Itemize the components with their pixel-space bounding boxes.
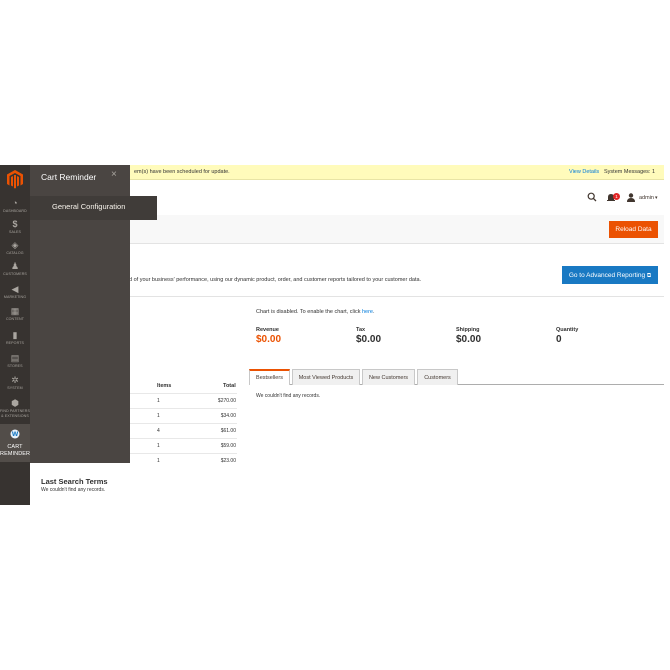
nav-catalog[interactable]: ◈ CATALOG	[0, 240, 30, 262]
nav-content[interactable]: ▦ CONTENT	[0, 306, 30, 328]
dashboard-tabs: Bestsellers Most Viewed Products New Cus…	[249, 369, 664, 385]
tab-bestsellers[interactable]: Bestsellers	[249, 369, 290, 385]
table-row-divider	[130, 438, 237, 439]
notifications-count-badge: 1	[613, 193, 620, 200]
tab-new-customers[interactable]: New Customers	[362, 369, 415, 385]
table-cell: 4	[157, 428, 160, 434]
flyout-title: Cart Reminder	[41, 172, 97, 182]
tab-most-viewed-products[interactable]: Most Viewed Products	[292, 369, 360, 385]
close-icon[interactable]: ×	[111, 169, 117, 180]
external-link-icon: ⧉	[646, 273, 652, 279]
table-cell: 1	[157, 458, 160, 464]
admin-sidebar: ◔ DASHBOARD $ SALES ◈ CATALOG ♟ CUSTOMER…	[0, 165, 30, 505]
advanced-reporting-label: Go to Advanced Reporting	[568, 272, 646, 279]
nav-sales[interactable]: $ SALES	[0, 219, 30, 241]
stat-revenue: Revenue $0.00	[256, 327, 282, 345]
cube-icon: ◈	[11, 240, 19, 250]
tab-customers[interactable]: Customers	[417, 369, 458, 385]
layout-icon: ▦	[10, 306, 20, 316]
table-cell: 1	[157, 398, 160, 404]
nav-reports[interactable]: ▮ REPORTS	[0, 330, 30, 352]
table-cell: $270.00	[217, 398, 236, 404]
table-cell: $61.00	[220, 428, 236, 434]
screenshot: ◔ DASHBOARD $ SALES ◈ CATALOG ♟ CUSTOMER…	[0, 0, 670, 670]
reload-data-button[interactable]: Reload Data	[609, 221, 658, 238]
svg-text:W: W	[12, 431, 19, 438]
megaphone-icon: ◀	[11, 284, 19, 294]
nav-stores[interactable]: ▤ STORES	[0, 353, 30, 375]
orders-col-items: Items	[157, 383, 172, 389]
enable-chart-link[interactable]: here	[362, 309, 373, 315]
table-cell: 1	[157, 443, 160, 449]
storefront-icon: ▤	[10, 353, 20, 363]
bar-chart-icon: ▮	[12, 330, 18, 340]
nav-dashboard[interactable]: ◔ DASHBOARD	[0, 198, 30, 220]
table-cell: $23.00	[220, 458, 236, 464]
nav-system[interactable]: ✲ SYSTEM	[0, 375, 30, 397]
view-details-link[interactable]: View Details	[569, 169, 599, 175]
notice-message: em(s) have been scheduled for update.	[134, 169, 230, 175]
table-row-divider	[130, 453, 237, 454]
magento-logo-icon[interactable]	[6, 169, 24, 189]
table-row-divider	[130, 423, 237, 424]
chevron-down-icon[interactable]: ▾	[655, 195, 658, 201]
stat-shipping: Shipping $0.00	[456, 327, 482, 345]
gear-icon: ✲	[11, 375, 19, 385]
stat-tax: Tax $0.00	[356, 327, 382, 345]
nav-marketing[interactable]: ◀ MARKETING	[0, 284, 30, 306]
puzzle-icon: ⬢	[11, 398, 19, 408]
system-messages-toggle[interactable]: System Messages: 1	[604, 169, 655, 175]
table-cell: $59.00	[220, 443, 236, 449]
admin-user-name[interactable]: admin	[639, 195, 654, 201]
admin-app: ◔ DASHBOARD $ SALES ◈ CATALOG ♟ CUSTOMER…	[0, 165, 670, 505]
general-configuration-menu-item[interactable]: General Configuration	[30, 196, 157, 220]
last-search-empty-message: We couldn't find any records.	[41, 487, 106, 493]
orders-col-total: Total	[223, 383, 236, 389]
tab-empty-message: We couldn't find any records.	[256, 393, 321, 399]
last-search-terms-title: Last Search Terms	[41, 477, 108, 486]
table-row-divider	[130, 393, 237, 394]
dollar-icon: $	[12, 219, 18, 229]
nav-customers[interactable]: ♟ CUSTOMERS	[0, 261, 30, 283]
nav-find-partners[interactable]: ⬢ FIND PARTNERS & EXTENSIONS	[0, 398, 30, 424]
nav-cart-reminder[interactable]: W CART REMINDER	[0, 424, 30, 462]
search-icon[interactable]	[587, 192, 597, 202]
user-icon[interactable]	[627, 193, 635, 202]
advanced-reporting-button[interactable]: Go to Advanced Reporting ⧉	[562, 266, 658, 284]
chart-disabled-message: Chart is disabled. To enable the chart, …	[256, 309, 375, 315]
stat-quantity: Quantity 0	[556, 327, 579, 345]
table-row-divider	[130, 408, 237, 409]
cart-reminder-logo-icon: W	[10, 429, 20, 439]
table-cell: $34.00	[220, 413, 236, 419]
person-icon: ♟	[10, 261, 20, 271]
speedometer-icon: ◔	[12, 198, 18, 208]
table-cell: 1	[157, 413, 160, 419]
